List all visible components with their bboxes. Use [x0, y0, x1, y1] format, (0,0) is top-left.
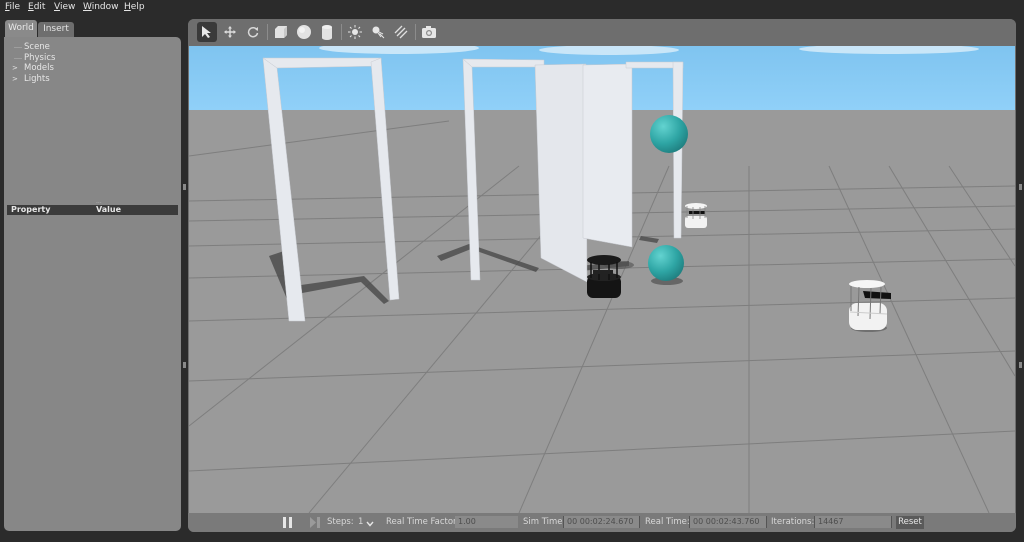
menu-edit[interactable]: Edit [28, 2, 45, 12]
left-splitter-handle-lower[interactable] [183, 362, 186, 368]
property-table-header: Property Value [7, 205, 178, 215]
move-arrows-icon [224, 26, 236, 38]
cylinder-button[interactable] [317, 22, 337, 42]
world-panel: Scene Physics > Models > Lights ··· Proper… [4, 37, 181, 531]
sim-time-field[interactable]: 00 00:02:24.670 [563, 516, 640, 528]
wall-panel-2[interactable] [582, 63, 633, 248]
tree-item-label: Scene [24, 42, 50, 52]
iterations-label: Iterations: [771, 517, 815, 527]
tree-item-label: Models [24, 63, 54, 73]
pause-icon[interactable] [283, 517, 286, 528]
tree-item-label: Lights [24, 73, 50, 84]
expand-arrow-icon[interactable]: > [12, 63, 18, 74]
simulation-status-bar: Steps: 1 Real Time Factor: 1.00 Sim Time… [188, 513, 1016, 532]
steps-label: Steps: [327, 517, 354, 527]
tree-item-scene[interactable]: Scene [10, 42, 55, 53]
sphere-button[interactable] [294, 22, 314, 42]
right-splitter-handle[interactable] [1019, 184, 1022, 190]
box-button[interactable] [271, 22, 291, 42]
point-light-button[interactable] [345, 22, 365, 42]
reset-button[interactable]: Reset [896, 516, 924, 529]
sim-time-label: Sim Time: [523, 517, 566, 527]
select-mode-button[interactable] [197, 22, 217, 42]
rotate-mode-button[interactable] [243, 22, 263, 42]
tree-item-physics[interactable]: Physics [10, 53, 55, 64]
box-icon [275, 26, 287, 38]
tab-insert[interactable]: Insert [38, 22, 74, 37]
real-time-factor-field[interactable]: 1.00 [455, 516, 518, 528]
menu-file[interactable]: File [5, 2, 20, 12]
viewport-frame: Steps: 1 Real Time Factor: 1.00 Sim Time… [188, 19, 1016, 532]
sphere-lower[interactable] [648, 245, 684, 281]
scene-toolbar [188, 19, 1016, 46]
column-value[interactable]: Value [96, 205, 121, 215]
steps-value[interactable]: 1 [358, 517, 363, 527]
sphere-upper[interactable] [650, 115, 688, 153]
expand-arrow-icon[interactable]: > [12, 74, 18, 85]
column-property[interactable]: Property [11, 205, 50, 215]
camera-icon [422, 26, 436, 38]
3d-scene-viewport[interactable] [189, 46, 1015, 513]
tree-item-lights[interactable]: > Lights [10, 74, 55, 85]
directional-light-icon [394, 25, 408, 39]
point-light-icon [348, 25, 362, 39]
toolbar-separator [267, 24, 268, 40]
step-forward-icon[interactable] [309, 517, 321, 528]
tree-line [14, 57, 22, 59]
real-time-label: Real Time: [645, 517, 690, 527]
world-tree: Scene Physics > Models > Lights [10, 42, 55, 84]
menu-window[interactable]: Window [83, 2, 119, 12]
directional-light-button[interactable] [391, 22, 411, 42]
pause-icon-bar[interactable] [289, 517, 292, 528]
wall-panel-1[interactable] [534, 63, 588, 283]
real-time-factor-label: Real Time Factor: [386, 517, 460, 527]
cylinder-icon [322, 25, 332, 40]
screenshot-button[interactable] [419, 22, 439, 42]
toolbar-separator [341, 24, 342, 40]
spot-light-button[interactable] [368, 22, 388, 42]
menu-bar: File Edit View Window Help [0, 0, 1024, 16]
spot-light-icon [372, 26, 385, 39]
arrow-cursor-icon [202, 26, 211, 38]
rotate-icon [247, 26, 259, 38]
menu-help[interactable]: Help [124, 2, 145, 12]
translate-mode-button[interactable] [220, 22, 240, 42]
chevron-down-icon[interactable] [366, 521, 374, 527]
tree-item-label: Physics [24, 52, 56, 63]
toolbar-separator [415, 24, 416, 40]
right-splitter-handle-lower[interactable] [1019, 362, 1022, 368]
menu-view[interactable]: View [54, 2, 75, 12]
sphere-icon [297, 25, 311, 39]
left-splitter-handle[interactable] [183, 184, 186, 190]
iterations-field[interactable]: 14467 [814, 516, 892, 528]
tree-item-models[interactable]: > Models [10, 63, 55, 74]
real-time-field[interactable]: 00 00:02:43.760 [689, 516, 767, 528]
tree-line [14, 47, 22, 48]
tab-world[interactable]: World [5, 20, 37, 37]
